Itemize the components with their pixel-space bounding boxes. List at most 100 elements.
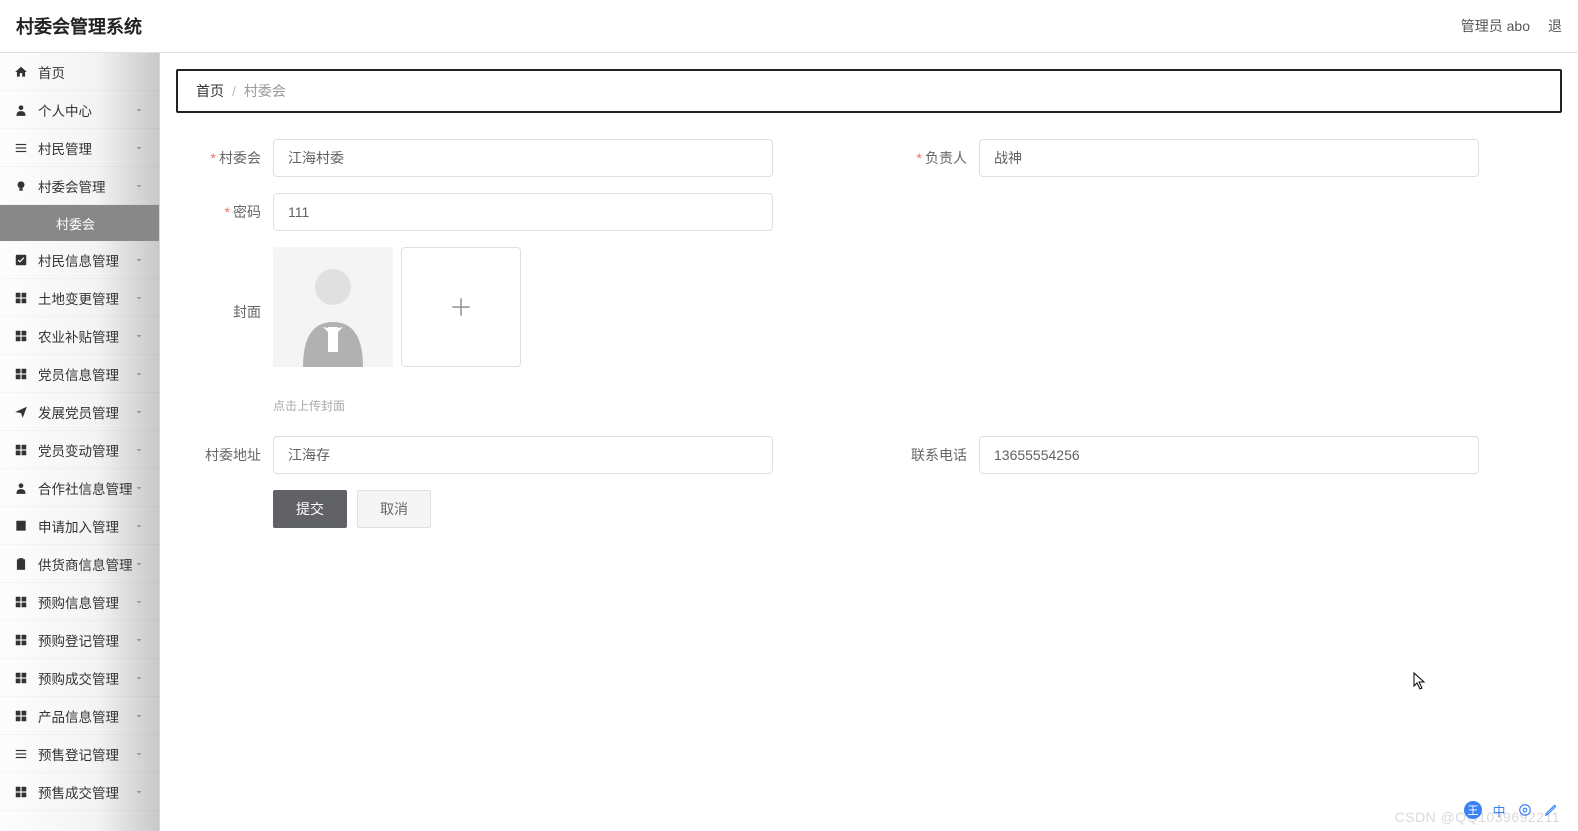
chevron-down-icon [133, 142, 145, 154]
chevron-down-icon [133, 786, 145, 798]
committee-input[interactable] [273, 139, 773, 177]
ime-settings-icon[interactable] [1516, 801, 1534, 819]
plane-icon [14, 405, 28, 419]
chevron-down-icon [133, 520, 145, 532]
sidebar-item-18[interactable]: 预售成交管理 [0, 773, 159, 811]
chevron-down-icon [133, 710, 145, 722]
sidebar-item-15[interactable]: 预购成交管理 [0, 659, 159, 697]
password-label: *密码 [198, 202, 273, 222]
header-right: 管理员 abo 退 [1461, 16, 1562, 36]
chevron-down-icon [133, 254, 145, 266]
owner-label: *负责人 [904, 148, 979, 168]
cover-label: 封面 [198, 247, 273, 367]
breadcrumb-current: 村委会 [244, 81, 286, 101]
grid-icon [14, 329, 28, 343]
sidebar-item-label: 预售成交管理 [38, 782, 133, 802]
grid-icon [14, 633, 28, 647]
user-icon [14, 103, 28, 117]
sidebar-item-label: 首页 [38, 62, 145, 82]
sidebar-subitem-active[interactable]: 村委会 [0, 205, 159, 241]
sidebar-item-label: 村民管理 [38, 138, 133, 158]
chevron-down-icon [133, 292, 145, 304]
chevron-down-icon [133, 672, 145, 684]
sidebar-item-7[interactable]: 党员信息管理 [0, 355, 159, 393]
sidebar-item-label: 预购成交管理 [38, 668, 133, 688]
chevron-down-icon [133, 634, 145, 646]
plus-icon [448, 294, 474, 320]
sidebar-item-0[interactable]: 首页 [0, 53, 159, 91]
sidebar-item-label: 预购登记管理 [38, 630, 133, 650]
sidebar-item-label: 申请加入管理 [38, 516, 133, 536]
grid-icon [14, 595, 28, 609]
grid-icon [14, 367, 28, 381]
sidebar-item-9[interactable]: 党员变动管理 [0, 431, 159, 469]
upload-cover-button[interactable] [401, 247, 521, 367]
sidebar-item-6[interactable]: 农业补贴管理 [0, 317, 159, 355]
sidebar-item-1[interactable]: 个人中心 [0, 91, 159, 129]
sidebar-item-8[interactable]: 发展党员管理 [0, 393, 159, 431]
sidebar-item-3[interactable]: 村委会管理 [0, 167, 159, 205]
sidebar-item-10[interactable]: 合作社信息管理 [0, 469, 159, 507]
sidebar-item-2[interactable]: 村民管理 [0, 129, 159, 167]
home-icon [14, 65, 28, 79]
chevron-down-icon [133, 104, 145, 116]
breadcrumb-separator: / [232, 83, 236, 99]
logout-link[interactable]: 退 [1548, 16, 1562, 36]
owner-input[interactable] [979, 139, 1479, 177]
breadcrumb: 首页 / 村委会 [176, 69, 1562, 113]
chevron-down-icon [133, 444, 145, 456]
user-info[interactable]: 管理员 abo [1461, 16, 1530, 36]
chevron-down-icon [133, 180, 145, 192]
chevron-down-icon [133, 482, 145, 494]
chevron-down-icon [133, 596, 145, 608]
ime-badge-icon[interactable]: 王 [1464, 801, 1482, 819]
submit-button[interactable]: 提交 [273, 490, 347, 528]
chevron-down-icon [133, 558, 145, 570]
list-icon [14, 141, 28, 155]
sidebar-item-label: 村委会管理 [38, 176, 133, 196]
sidebar-item-label: 个人中心 [38, 100, 133, 120]
sidebar-item-12[interactable]: 供货商信息管理 [0, 545, 159, 583]
box-icon [14, 519, 28, 533]
sidebar-item-5[interactable]: 土地变更管理 [0, 279, 159, 317]
grid-icon [14, 709, 28, 723]
committee-label: *村委会 [198, 148, 273, 168]
sidebar: 首页个人中心村民管理村委会管理村委会村民信息管理土地变更管理农业补贴管理党员信息… [0, 53, 160, 831]
breadcrumb-home[interactable]: 首页 [196, 81, 224, 101]
form: *村委会 *负责人 *密码 封面 [176, 131, 1562, 536]
grid-icon [14, 443, 28, 457]
main-content: 首页 / 村委会 *村委会 *负责人 *密码 [160, 53, 1578, 831]
ime-lang-icon[interactable]: 中 [1490, 801, 1508, 819]
phone-input[interactable] [979, 436, 1479, 474]
address-input[interactable] [273, 436, 773, 474]
sidebar-item-label: 合作社信息管理 [38, 478, 133, 498]
sidebar-item-17[interactable]: 预售登记管理 [0, 735, 159, 773]
sidebar-item-4[interactable]: 村民信息管理 [0, 241, 159, 279]
chevron-down-icon [133, 368, 145, 380]
list-icon [14, 747, 28, 761]
sidebar-item-label: 预购信息管理 [38, 592, 133, 612]
sidebar-item-label: 农业补贴管理 [38, 326, 133, 346]
sidebar-item-11[interactable]: 申请加入管理 [0, 507, 159, 545]
clipboard-icon [14, 557, 28, 571]
cancel-button[interactable]: 取消 [357, 490, 431, 528]
sidebar-item-16[interactable]: 产品信息管理 [0, 697, 159, 735]
cover-thumbnail[interactable] [273, 247, 393, 367]
sidebar-item-label: 供货商信息管理 [38, 554, 133, 574]
sidebar-item-label: 预售登记管理 [38, 744, 133, 764]
sidebar-item-13[interactable]: 预购信息管理 [0, 583, 159, 621]
grid-icon [14, 671, 28, 685]
sidebar-item-label: 村民信息管理 [38, 250, 133, 270]
phone-label: 联系电话 [904, 445, 979, 465]
sidebar-item-label: 产品信息管理 [38, 706, 133, 726]
password-input[interactable] [273, 193, 773, 231]
ime-edit-icon[interactable] [1542, 801, 1560, 819]
app-header: 村委会管理系统 管理员 abo 退 [0, 0, 1578, 53]
sidebar-item-label: 党员信息管理 [38, 364, 133, 384]
sidebar-item-14[interactable]: 预购登记管理 [0, 621, 159, 659]
grid-icon [14, 291, 28, 305]
ime-indicator: 王 中 [1464, 801, 1560, 819]
chevron-down-icon [133, 406, 145, 418]
address-label: 村委地址 [198, 445, 273, 465]
sidebar-item-label: 发展党员管理 [38, 402, 133, 422]
